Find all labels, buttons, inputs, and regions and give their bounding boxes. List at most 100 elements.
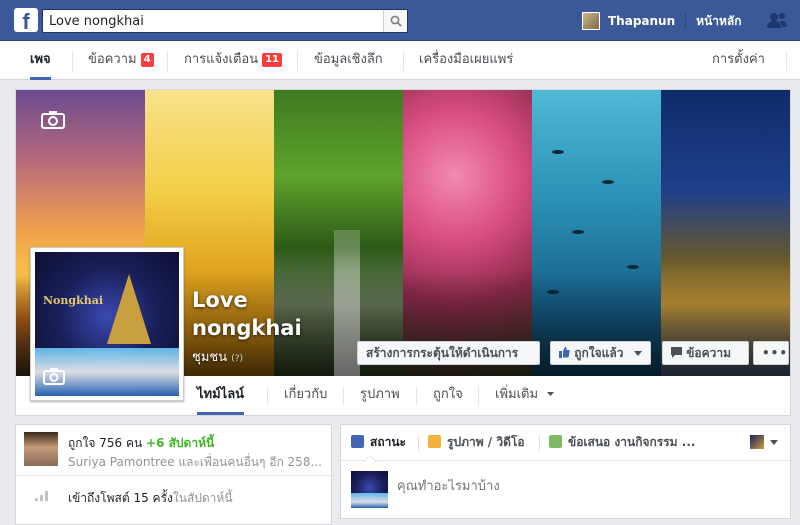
composer-page-avatar (351, 471, 388, 508)
dropdown-caret-icon (770, 439, 778, 445)
search-input[interactable] (43, 10, 373, 32)
composer-tab-status-label: สถานะ (370, 435, 406, 449)
composer-input[interactable] (397, 479, 777, 494)
fish-shape (627, 265, 639, 269)
tab-about[interactable]: เกี่ยวกับ (284, 376, 327, 415)
tab-publishing-tools[interactable]: เครื่องมือเผยแพร่ (419, 41, 513, 80)
page-thumbnail (750, 435, 764, 449)
tab-publishing-tools-label: เครื่องมือเผยแพร่ (419, 52, 514, 67)
reach-bars-icon (35, 491, 48, 501)
tab-settings[interactable]: การตั้งค่า (712, 41, 765, 80)
tab-notifications[interactable]: การแจ้งเตือน 11 (184, 41, 282, 80)
composer-tabs: สถานะ รูปภาพ / วิดีโอ ข้อเสนอ งานกิจกรรม… (341, 425, 790, 462)
composer-tab-offer-event-label: ข้อเสนอ งานกิจกรรม ... (568, 435, 696, 449)
composer-tab-offer-event[interactable]: ข้อเสนอ งานกิจกรรม ... (549, 425, 695, 461)
message-button[interactable]: ข้อความ (662, 341, 749, 365)
message-icon (671, 347, 682, 358)
tab-more-label: เพิ่มเติม (495, 387, 539, 402)
divider (786, 51, 787, 71)
likes-this-week: +6 สัปดาห์นี้ (146, 436, 215, 450)
divider (72, 51, 73, 71)
tab-photos-label: รูปภาพ (360, 387, 400, 402)
tab-page-label: เพจ (30, 52, 51, 67)
divider (418, 435, 419, 451)
composer-tab-photo-video[interactable]: รูปภาพ / วิดีโอ (428, 425, 525, 461)
liked-button[interactable]: ถูกใจแล้ว (550, 341, 651, 365)
profile-logo-text: Nongkhai (43, 294, 104, 307)
tab-settings-label: การตั้งค่า (712, 52, 765, 67)
page-stats-card: ถูกใจ 756 คน +6 สัปดาห์นี้ Suriya Pamont… (15, 424, 332, 525)
user-area: Thapanun หน้าหลัก (582, 10, 742, 32)
divider (16, 475, 331, 476)
user-name-link[interactable]: Thapanun (608, 14, 675, 28)
search-box (42, 9, 408, 33)
fish-shape (552, 150, 564, 154)
timeline-tabs: ไทม์ไลน์ เกี่ยวกับ รูปภาพ ถูกใจ เพิ่มเติ… (16, 376, 790, 415)
post-reach-summary[interactable]: เข้าถึงโพสต์ 15 ครั้งในสัปดาห์นี้ (68, 489, 233, 508)
friends-who-like[interactable]: Suriya Pamontree และเพื่อนคนอื่นๆ อีก 25… (68, 453, 330, 472)
create-call-to-action-button[interactable]: สร้างการกระตุ้นให้ดำเนินการ (357, 341, 540, 365)
reach-count-text: เข้าถึงโพสต์ 15 ครั้ง (68, 491, 173, 505)
tab-likes[interactable]: ถูกใจ (433, 376, 463, 415)
more-label: ••• (762, 346, 789, 360)
tab-timeline[interactable]: ไทม์ไลน์ (197, 376, 245, 415)
divider (539, 435, 540, 451)
post-as-selector[interactable] (750, 435, 778, 449)
tab-messages[interactable]: ข้อความ 4 (88, 41, 154, 80)
search-icon (390, 15, 402, 27)
tab-more[interactable]: เพิ่มเติม (495, 376, 555, 415)
dropdown-caret-icon (633, 351, 642, 356)
tab-messages-label: ข้อความ (88, 52, 137, 67)
home-link[interactable]: หน้าหลัก (696, 12, 741, 31)
tab-photos[interactable]: รูปภาพ (360, 376, 400, 415)
message-label: ข้อความ (686, 346, 732, 360)
pencil-icon (351, 435, 364, 448)
page-category[interactable]: ชุมชน (?) (192, 346, 243, 367)
page-category-label: ชุมชน (192, 350, 228, 365)
likes-count-text: ถูกใจ 756 คน (68, 436, 143, 450)
messages-count-badge: 4 (140, 53, 154, 67)
tab-insights[interactable]: ข้อมูลเชิงลึก (314, 41, 383, 80)
friends-icon[interactable] (766, 12, 788, 28)
tab-timeline-label: ไทม์ไลน์ (197, 387, 245, 402)
friend-avatar[interactable] (24, 432, 58, 466)
dropdown-caret-icon (547, 392, 555, 396)
tab-insights-label: ข้อมูลเชิงลึก (314, 52, 383, 67)
category-hint: (?) (231, 354, 244, 364)
offer-icon (549, 435, 562, 448)
divider (403, 51, 404, 71)
active-tab-notch-fill (364, 456, 376, 462)
reach-period: ในสัปดาห์นี้ (172, 491, 233, 505)
tab-page[interactable]: เพจ (30, 41, 51, 80)
divider (267, 387, 268, 405)
divider (478, 387, 479, 405)
divider (343, 387, 344, 405)
tab-likes-label: ถูกใจ (433, 387, 463, 402)
fish-shape (602, 180, 614, 184)
page-header-card: Love nongkhai ชุมชน (?) สร้างการกระตุ้นใ… (15, 89, 791, 416)
page-admin-bar: เพจ ข้อความ 4 การแจ้งเตือน 11 ข้อมูลเชิงลึ… (0, 41, 800, 80)
notifications-count-badge: 11 (262, 53, 282, 67)
post-composer: สถานะ รูปภาพ / วิดีโอ ข้อเสนอ งานกิจกรรม… (340, 424, 791, 519)
likes-summary[interactable]: ถูกใจ 756 คน +6 สัปดาห์นี้ (68, 434, 214, 453)
composer-tab-photo-video-label: รูปภาพ / วิดีโอ (447, 435, 525, 449)
tab-about-label: เกี่ยวกับ (284, 387, 328, 402)
profile-image: Nongkhai (35, 252, 179, 396)
divider (297, 51, 298, 71)
divider (416, 387, 417, 405)
tab-notifications-label: การแจ้งเตือน (184, 52, 259, 67)
divider (685, 13, 687, 29)
page-title: Love nongkhai (192, 288, 302, 340)
search-button[interactable] (383, 10, 407, 32)
cta-label: สร้างการกระตุ้นให้ดำเนินการ (366, 346, 519, 360)
naga-shape (107, 274, 151, 344)
more-options-button[interactable]: ••• (753, 341, 789, 365)
user-avatar[interactable] (582, 12, 600, 30)
fish-shape (572, 230, 584, 234)
photo-icon (428, 435, 441, 448)
camera-icon[interactable] (41, 110, 65, 129)
liked-label: ถูกใจแล้ว (574, 346, 624, 360)
facebook-logo[interactable]: f (14, 8, 38, 32)
thumbs-up-icon (559, 347, 570, 358)
composer-tab-status[interactable]: สถานะ (351, 425, 406, 461)
